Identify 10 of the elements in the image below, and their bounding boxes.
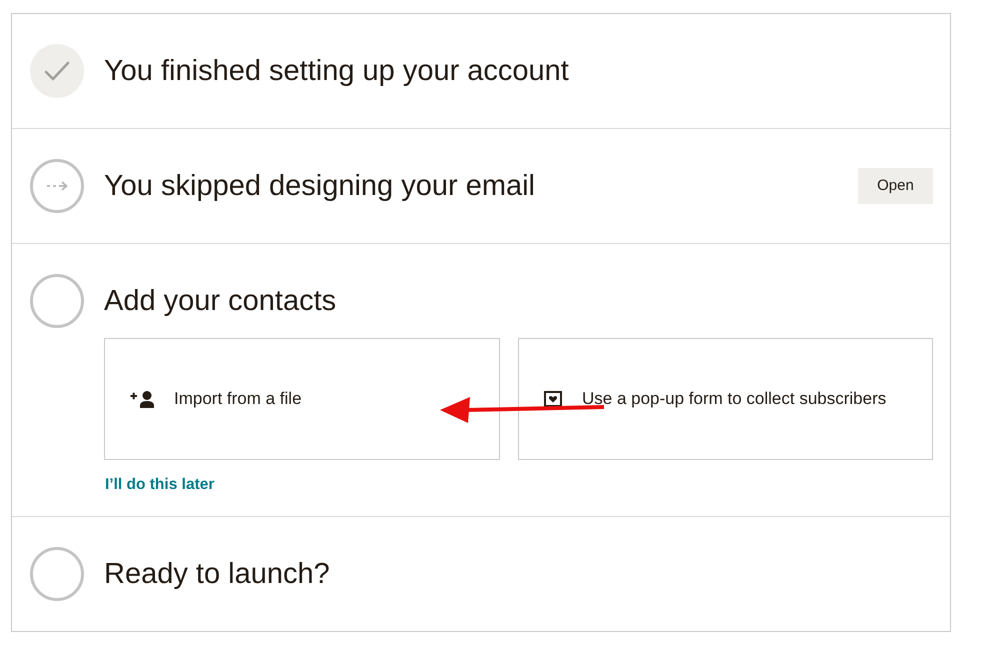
option-button[interactable]: Use a pop-up form to collect subscribers bbox=[518, 338, 933, 460]
open-button[interactable]: Open bbox=[858, 168, 933, 204]
step-title: You skipped designing your email bbox=[104, 169, 535, 203]
add-person-icon bbox=[130, 390, 154, 408]
step-title: Ready to launch? bbox=[104, 557, 330, 591]
step-title: Add your contacts bbox=[104, 284, 336, 318]
step-title: You finished setting up your account bbox=[104, 54, 569, 88]
option-button[interactable]: Import from a file bbox=[104, 338, 500, 460]
heart-frame-icon bbox=[544, 391, 562, 407]
do-later-link[interactable]: I’ll do this later bbox=[105, 475, 214, 495]
